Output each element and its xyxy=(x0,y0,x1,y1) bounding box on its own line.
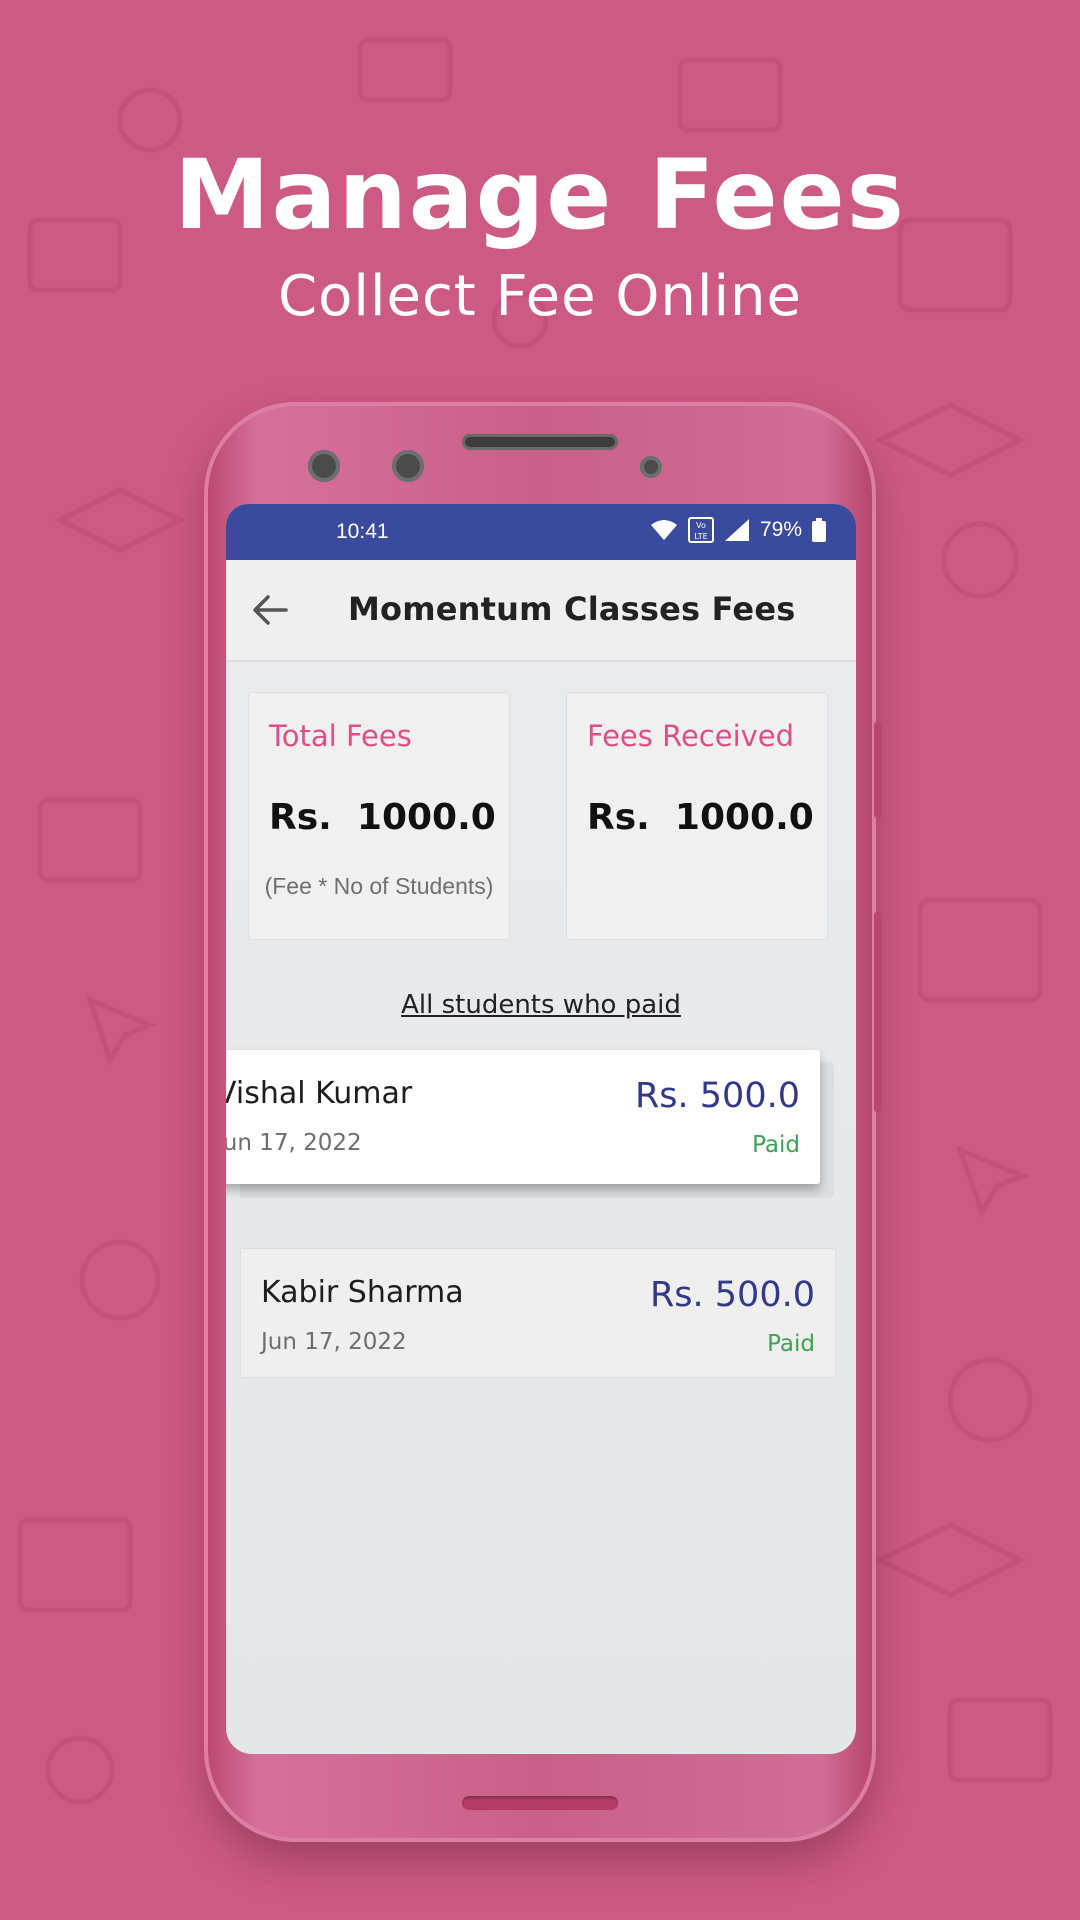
payments-section-title: All students who paid xyxy=(401,990,681,1020)
fees-received-card: Fees Received Rs. 1000.0 xyxy=(566,692,828,940)
proximity-sensor xyxy=(640,456,662,478)
battery-icon xyxy=(812,518,826,542)
payment-status: Paid xyxy=(752,1132,800,1158)
promo-subheadline: Collect Fee Online xyxy=(278,264,802,329)
status-icons: Vo LTE 79% xyxy=(650,517,826,543)
svg-text:Vo: Vo xyxy=(696,521,706,530)
phone-side-button xyxy=(874,722,882,818)
total-fees-card: Total Fees Rs. 1000.0 (Fee * No of Stude… xyxy=(248,692,510,940)
phone-frame: 10:41 Vo LTE 79% Momentum Classes Fees T… xyxy=(204,402,882,1842)
student-name: Kabir Sharma xyxy=(261,1275,464,1310)
volte-icon: Vo LTE xyxy=(687,517,714,543)
wifi-icon xyxy=(650,520,677,540)
total-fees-label: Total Fees xyxy=(269,719,412,753)
earpiece-speaker xyxy=(462,434,618,450)
total-fees-note: (Fee * No of Students) xyxy=(264,873,494,899)
fees-received-label: Fees Received xyxy=(587,719,795,753)
payment-status: Paid xyxy=(767,1331,815,1357)
payment-date: Jun 17, 2022 xyxy=(226,1130,362,1156)
payment-date: Jun 17, 2022 xyxy=(261,1329,407,1355)
front-sensor xyxy=(392,450,424,482)
status-bar: 10:41 Vo LTE 79% xyxy=(226,504,856,560)
front-camera xyxy=(308,450,340,482)
battery-percent: 79% xyxy=(759,518,802,541)
promo-headline: Manage Fees xyxy=(174,139,906,251)
payment-amount: Rs. 500.0 xyxy=(634,1076,800,1116)
app-bar: Momentum Classes Fees xyxy=(226,560,856,662)
list-item[interactable]: Vishal Kumar Jun 17, 2022 Rs. 500.0 Paid xyxy=(226,1050,820,1184)
status-time: 10:41 xyxy=(336,520,389,543)
signal-icon xyxy=(724,519,749,541)
payment-amount: Rs. 500.0 xyxy=(649,1275,815,1315)
arrow-left-icon[interactable] xyxy=(252,594,288,626)
phone-volume-button xyxy=(874,912,882,1112)
phone-screen: 10:41 Vo LTE 79% Momentum Classes Fees T… xyxy=(226,504,856,1754)
fees-received-value: Rs. 1000.0 xyxy=(587,797,814,838)
page-title: Momentum Classes Fees xyxy=(348,590,796,628)
list-item[interactable]: Kabir Sharma Jun 17, 2022 Rs. 500.0 Paid xyxy=(240,1248,836,1378)
phone-home-bar xyxy=(462,1796,618,1810)
total-fees-value: Rs. 1000.0 xyxy=(269,797,496,838)
student-name: Vishal Kumar xyxy=(226,1076,413,1111)
svg-text:LTE: LTE xyxy=(694,532,707,541)
